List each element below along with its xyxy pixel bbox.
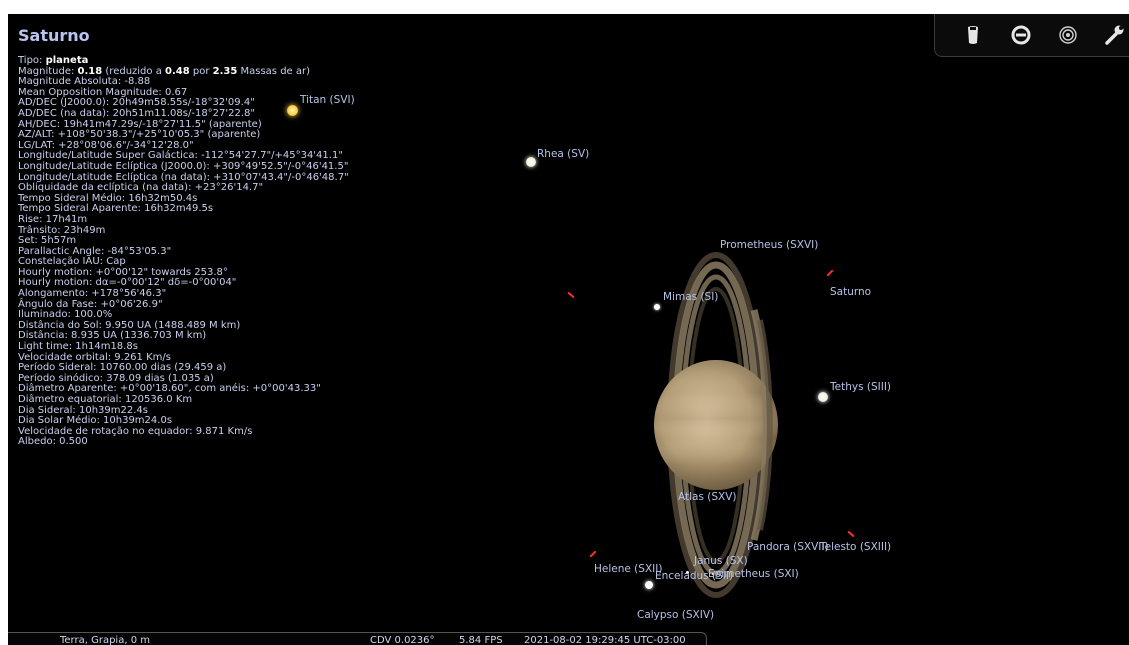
sky-view[interactable]: Saturno Tipo: planeta Magnitude: 0.18 (re… [8, 14, 1129, 645]
object-info-panel: Tipo: planeta Magnitude: 0.18 (reduzido a… [18, 55, 349, 448]
wrench-icon [1105, 25, 1124, 45]
info-line: Albedo: 0.500 [18, 437, 349, 448]
info-text: Parallactic Angle: -84°53'05.3" [18, 245, 172, 257]
info-text: Diâmetro Aparente: +0°00'18.60", com ané… [18, 383, 321, 395]
info-text: Iluminado: 100.0% [18, 309, 113, 321]
info-text: Tempo Sideral Aparente: 16h32m49.5s [18, 203, 214, 215]
saturno-label[interactable]: Saturno [830, 286, 871, 298]
info-value: 2.35 [212, 65, 238, 77]
status-bar: Terra, Grapia, 0 m CDV 0.0236° 5.84 FPS … [8, 632, 707, 645]
info-text: AZ/ALT: +108°50'38.3"/+25°10'05.3" (apar… [18, 129, 261, 141]
object-title: Saturno [18, 26, 90, 45]
info-value: 0.18 [77, 65, 103, 77]
info-text: AH/DEC: 19h41m47.29s/-18°27'11.5" (apare… [18, 118, 262, 130]
mimas-moon[interactable] [654, 304, 660, 310]
info-value: planeta [45, 55, 89, 66]
datetime-readout[interactable]: 2021-08-02 19:29:45 UTC-03:00 [524, 635, 686, 645]
epimetheus-label[interactable]: Epimetheus (SXI) [708, 568, 799, 580]
info-text: Tipo: [18, 55, 46, 66]
calypso-label[interactable]: Calypso (SXIV) [637, 609, 714, 621]
rhea-moon[interactable] [526, 157, 536, 167]
pandora-label[interactable]: Pandora (SXVII) [747, 541, 829, 553]
helene-marker[interactable] [589, 550, 597, 558]
quit-icon [1011, 25, 1031, 45]
quit-button[interactable] [1008, 22, 1034, 48]
fov-readout: CDV 0.0236° [370, 635, 435, 645]
info-text: Constelação IAU: Cap [18, 256, 126, 268]
info-text: Albedo: 0.500 [18, 436, 88, 448]
info-text: Velocidade orbital: 9.261 Km/s [18, 351, 171, 363]
telesto-label[interactable]: Telesto (SXIII) [820, 541, 891, 553]
moon-marker[interactable] [567, 291, 575, 299]
atlas-label[interactable]: Atlas (SXV) [678, 491, 737, 503]
location-readout[interactable]: Terra, Grapia, 0 m [60, 635, 150, 645]
info-text: Velocidade de rotação no equador: 9.871 … [18, 425, 253, 437]
telesto-marker[interactable] [847, 530, 855, 538]
info-text: Distância: 8.935 UA (1336.703 M km) [18, 330, 207, 342]
helene-label[interactable]: Helene (SXII) [594, 563, 662, 575]
info-value: 0.48 [165, 65, 190, 77]
mimas-label[interactable]: Mimas (SI) [663, 291, 718, 303]
info-text: AD/DEC (J2000.0): 20h49m58.55s/-18°32'09… [18, 97, 255, 109]
info-text: Longitude/Latitude Super Galáctica: -112… [18, 150, 343, 162]
info-text: Magnitude: [18, 65, 78, 77]
fps-readout: 5.84 FPS [459, 635, 503, 645]
info-text: Longitude/Latitude Eclíptica (na data): … [18, 171, 349, 183]
info-text: Magnitude Absoluta: -8.88 [18, 76, 151, 88]
info-text: Mean Opposition Magnitude: 0.67 [18, 86, 188, 98]
info-text: Hourly motion: dα=-0°00'12" dδ=-0°00'04" [18, 277, 237, 289]
info-text: Tempo Sideral Médio: 16h32m50.4s [18, 192, 198, 204]
info-text: Massas de ar) [237, 65, 311, 77]
info-text: Dia Solar Médio: 10h39m24.0s [18, 415, 173, 427]
titan-moon[interactable] [287, 105, 298, 116]
info-text: (reduzido a [102, 65, 166, 77]
info-text: Light time: 1h14m18.8s [18, 341, 138, 353]
tethys-moon[interactable] [818, 392, 828, 402]
info-text: Obliquidade da eclíptica (na data): +23°… [18, 182, 264, 194]
top-right-toolbar [934, 14, 1129, 57]
info-text: por [189, 65, 213, 77]
settings-button[interactable] [1101, 22, 1127, 48]
info-text: Período Sideral: 10760.00 dias (29.459 a… [18, 362, 227, 374]
info-text: Rise: 17h41m [18, 213, 88, 225]
info-text: AD/DEC (na data): 20h51m11.08s/-18°27'22… [18, 107, 256, 119]
janus-label[interactable]: Janus (SX) [694, 555, 748, 567]
prometheus-xvi-label[interactable]: Prometheus (SXVI) [720, 239, 818, 251]
eraser-button[interactable] [960, 22, 986, 48]
saturn-marker[interactable] [826, 269, 834, 277]
eraser-icon [968, 26, 978, 44]
info-text: Diâmetro equatorial: 120536.0 Km [18, 394, 193, 405]
info-text: Hourly motion: +0°00'12" towards 253.8° [18, 266, 228, 278]
titan-label[interactable]: Titan (SVI) [300, 94, 355, 106]
info-text: Trânsito: 23h49m [18, 224, 106, 236]
info-text: Alongamento: +178°56'46.3" [18, 288, 167, 300]
target-button[interactable] [1055, 22, 1081, 48]
info-text: Set: 5h57m [18, 235, 77, 247]
enceladus-moon[interactable] [645, 581, 653, 589]
info-text: Ângulo da Fase: +0°06'26.9" [18, 298, 163, 310]
target-icon [1059, 26, 1077, 44]
rhea-label[interactable]: Rhea (SV) [537, 148, 589, 160]
info-text: Longitude/Latitude Eclíptica (J2000.0): … [18, 160, 349, 172]
tethys-label[interactable]: Tethys (SIII) [830, 381, 891, 393]
info-text: Dia Sideral: 10h39m22.4s [18, 404, 148, 416]
